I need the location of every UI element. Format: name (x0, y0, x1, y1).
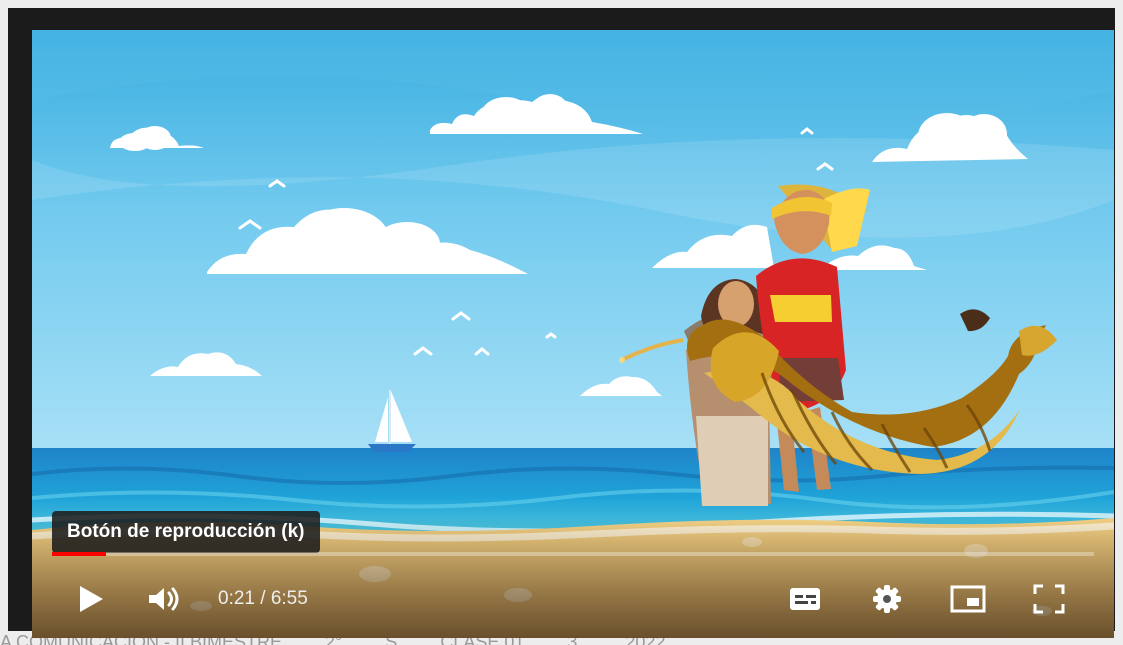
time-separator: / (254, 588, 271, 609)
subtitles-icon (790, 588, 820, 610)
play-button[interactable] (70, 578, 112, 620)
settings-button[interactable] (866, 578, 908, 620)
subtitles-button[interactable] (784, 578, 826, 620)
play-button-tooltip: Botón de reproducción (k) (52, 511, 320, 553)
play-icon (80, 586, 103, 612)
duration: 6:55 (270, 588, 308, 609)
fullscreen-button[interactable] (1028, 578, 1070, 620)
time-display: 0:21 / 6:55 (218, 585, 308, 613)
video-player-frame: Botón de reproducción (k) 0:21 / 6:55 (8, 8, 1115, 638)
volume-button[interactable] (144, 578, 186, 620)
current-time: 0:21 (218, 588, 255, 609)
miniplayer-icon (950, 585, 986, 613)
volume-icon (149, 587, 179, 611)
settings-gear-icon (873, 585, 901, 613)
miniplayer-button[interactable] (947, 578, 989, 620)
progress-bar[interactable] (52, 552, 1094, 556)
video-player[interactable]: Botón de reproducción (k) 0:21 / 6:55 (32, 30, 1114, 638)
progress-bar-played (52, 552, 107, 556)
fullscreen-icon (1033, 584, 1065, 614)
